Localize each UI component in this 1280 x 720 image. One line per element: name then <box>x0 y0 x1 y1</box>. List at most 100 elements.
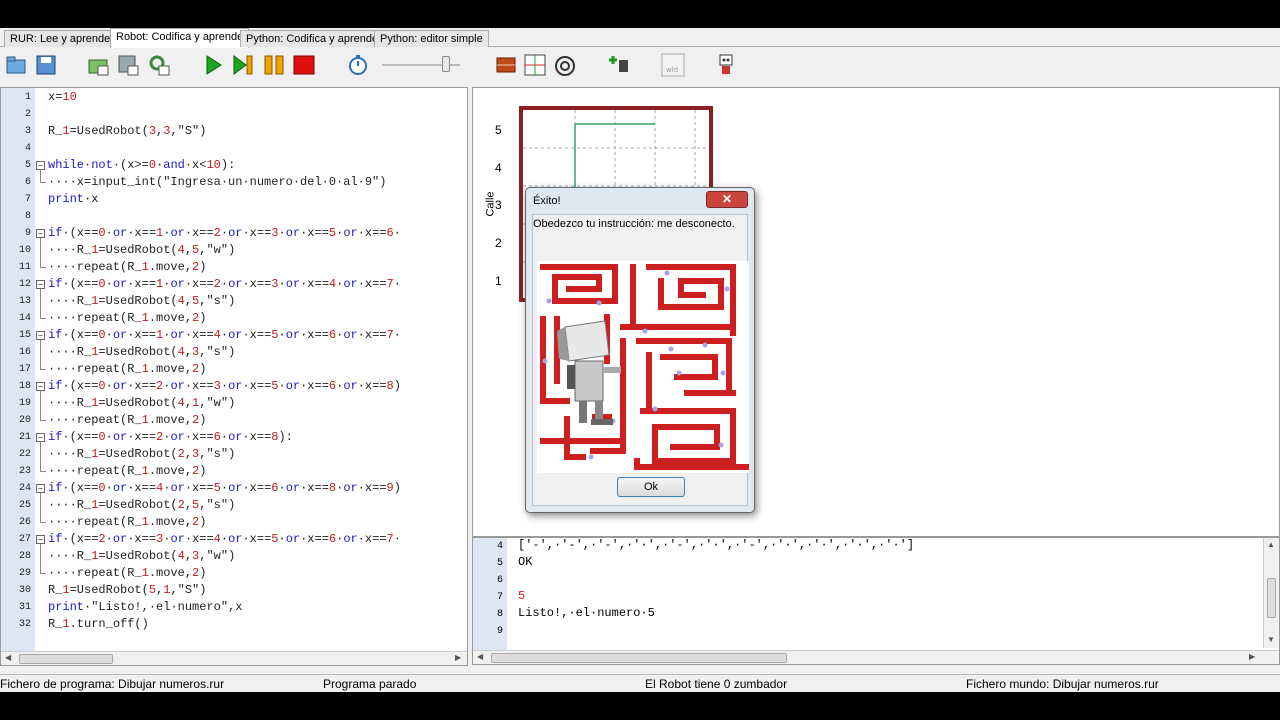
editor-hscroll-thumb[interactable] <box>19 654 113 664</box>
code-line[interactable]: if·(x==0·or·x==1·or·x==2·or·x==3·or·x==5… <box>48 225 401 242</box>
editor-hscrollbar[interactable]: ◀ ▶ <box>1 651 467 665</box>
speed-slider-thumb[interactable] <box>442 56 450 72</box>
line-number: 3 <box>24 126 31 137</box>
code-line[interactable]: ····x=input_int("Ingresa·un·numero·del·0… <box>48 174 386 191</box>
fold-toggle-icon[interactable]: − <box>36 280 45 289</box>
output-line-number: 7 <box>496 592 503 603</box>
code-line[interactable]: ····R_1=UsedRobot(4,3,"s") <box>48 344 235 361</box>
scroll-up-icon[interactable]: ▲ <box>1267 540 1275 549</box>
reload-icon[interactable] <box>146 52 172 78</box>
output-line-number: 4 <box>496 541 503 552</box>
code-line[interactable]: if·(x==0·or·x==2·or·x==6·or·x==8): <box>48 429 293 446</box>
y-label-4: 4 <box>495 161 502 175</box>
line-number: 32 <box>18 619 31 630</box>
code-line[interactable]: ····R_1=UsedRobot(4,5,"s") <box>48 293 235 310</box>
output-hscrollbar[interactable]: ◀ ▶ <box>473 650 1279 664</box>
line-number: 9 <box>24 228 31 239</box>
open-program-icon[interactable] <box>4 52 30 78</box>
tab-python-codifica[interactable]: Python: Codifica y aprende <box>240 30 385 47</box>
fold-toggle-icon[interactable]: − <box>36 535 45 544</box>
add-robot-icon[interactable] <box>606 52 632 78</box>
output-console[interactable]: 4 5 6 7 8 9 ['-',·'-',·'-',·'·',·'-',·'·',·'-… <box>472 537 1280 665</box>
dialog-body: Obedezco tu instrucción: me desconecto. <box>532 214 750 506</box>
code-line[interactable]: if·(x==0·or·x==2·or·x==3·or·x==5·or·x==6… <box>48 378 401 395</box>
code-editor[interactable]: 1 2 3 4 5 6 7 8 9 10 11 12 13 14 15 16 17 18 19 20 21 22 23 24 2… <box>0 87 468 666</box>
y-label-1: 1 <box>495 274 502 288</box>
output-vscrollbar[interactable]: ▲ ▼ <box>1263 538 1279 648</box>
line-number: 26 <box>18 517 31 528</box>
code-line[interactable]: if·(x==2·or·x==3·or·x==4·or·x==5·or·x==6… <box>48 531 401 548</box>
fold-guide <box>40 442 46 472</box>
scroll-right-icon[interactable]: ▶ <box>1249 652 1255 661</box>
run-icon[interactable] <box>200 52 226 78</box>
fold-toggle-icon[interactable]: − <box>36 433 45 442</box>
fold-guide <box>40 170 46 183</box>
world-builder-icon[interactable]: wld <box>660 52 686 78</box>
scroll-left-icon[interactable]: ◀ <box>5 653 11 662</box>
fold-toggle-icon[interactable]: − <box>36 229 45 238</box>
fold-guide <box>40 340 46 370</box>
code-line[interactable]: ····repeat(R_1.move,2) <box>48 514 206 531</box>
code-line[interactable]: if·(x==0·or·x==1·or·x==2·or·x==3·or·x==4… <box>48 276 401 293</box>
scroll-right-icon[interactable]: ▶ <box>455 653 461 662</box>
code-line[interactable]: R_1=UsedRobot(5,1,"S") <box>48 582 206 599</box>
ok-button[interactable]: Ok <box>617 477 685 497</box>
code-line[interactable]: if·(x==0·or·x==4·or·x==5·or·x==6·or·x==8… <box>48 480 401 497</box>
save-program-icon[interactable] <box>33 52 59 78</box>
tab-rur-lee-y-aprende[interactable]: RUR: Lee y aprende <box>4 30 117 47</box>
code-line[interactable]: ····R_1=UsedRobot(4,1,"w") <box>48 395 235 412</box>
open-world-icon[interactable] <box>86 52 112 78</box>
robot-avatar-icon[interactable] <box>713 52 739 78</box>
code-line[interactable]: R_1.turn_off() <box>48 616 149 633</box>
line-number: 30 <box>18 585 31 596</box>
svg-text:wld: wld <box>666 66 678 74</box>
stop-icon[interactable] <box>291 52 317 78</box>
tab-robot-codifica[interactable]: Robot: Codifica y aprende <box>110 28 250 48</box>
fold-guide <box>40 238 46 268</box>
highlight-icon[interactable] <box>552 52 578 78</box>
line-number: 23 <box>18 466 31 477</box>
scroll-left-icon[interactable]: ◀ <box>477 652 483 661</box>
pause-icon[interactable] <box>261 52 287 78</box>
step-icon[interactable] <box>230 52 256 78</box>
code-line[interactable]: ····repeat(R_1.move,2) <box>48 361 206 378</box>
line-number: 16 <box>18 347 31 358</box>
save-world-icon[interactable] <box>115 52 141 78</box>
code-line[interactable]: ····R_1=UsedRobot(4,3,"w") <box>48 548 235 565</box>
toolbar: wld <box>0 48 1280 84</box>
fold-guide <box>40 493 46 523</box>
code-line[interactable]: ····R_1=UsedRobot(2,3,"s") <box>48 446 235 463</box>
code-line[interactable]: ····repeat(R_1.move,2) <box>48 310 206 327</box>
code-line[interactable]: ····repeat(R_1.move,2) <box>48 412 206 429</box>
tab-python-editor-simple[interactable]: Python: editor simple <box>374 30 489 47</box>
code-line[interactable]: ····repeat(R_1.move,2) <box>48 463 206 480</box>
fold-guide <box>40 544 46 574</box>
speed-slider[interactable] <box>382 56 460 72</box>
line-number: 4 <box>24 143 31 154</box>
beeper-icon[interactable] <box>522 52 548 78</box>
editor-wall-icon[interactable] <box>493 52 519 78</box>
output-vscroll-thumb[interactable] <box>1267 578 1276 618</box>
scroll-down-icon[interactable]: ▼ <box>1267 635 1275 644</box>
code-line[interactable]: x=10 <box>48 89 77 106</box>
line-number: 22 <box>18 449 31 460</box>
code-line[interactable]: ····R_1=UsedRobot(2,5,"s") <box>48 497 235 514</box>
status-program-file: Fichero de programa: Dibujar numeros.rur <box>0 677 225 691</box>
output-line: 5 <box>518 589 526 603</box>
output-hscroll-thumb[interactable] <box>491 653 787 663</box>
code-line[interactable]: print·"Listo!,·el·numero",x <box>48 599 242 616</box>
code-line[interactable]: print·x <box>48 191 98 208</box>
code-line[interactable]: ····repeat(R_1.move,2) <box>48 259 206 276</box>
close-icon[interactable]: ✕ <box>706 191 748 208</box>
code-line[interactable]: ····R_1=UsedRobot(4,5,"w") <box>48 242 235 259</box>
code-line[interactable]: ····repeat(R_1.move,2) <box>48 565 206 582</box>
fold-toggle-icon[interactable]: − <box>36 382 45 391</box>
fold-toggle-icon[interactable]: − <box>36 331 45 340</box>
code-line[interactable]: if·(x==0·or·x==1·or·x==4·or·x==5·or·x==6… <box>48 327 401 344</box>
line-number: 19 <box>18 398 31 409</box>
fold-toggle-icon[interactable]: − <box>36 484 45 493</box>
maze-robot-illustration <box>537 261 750 473</box>
fold-toggle-icon[interactable]: − <box>36 161 45 170</box>
code-line[interactable]: R_1=UsedRobot(3,3,"S") <box>48 123 206 140</box>
code-line[interactable]: while·not·(x>=0·and·x<10): <box>48 157 235 174</box>
